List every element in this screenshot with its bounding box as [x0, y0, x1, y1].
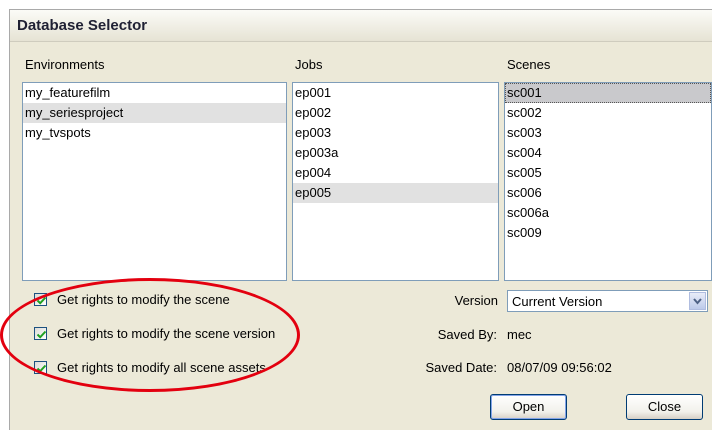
window-title: Database Selector — [17, 17, 148, 34]
saved-by-label: Saved By: — [437, 327, 497, 342]
modify-scene-assets-checkbox[interactable] — [34, 361, 47, 374]
scenes-list[interactable]: sc001 sc002 sc003 sc004 sc005 sc006 sc006a sc00… — [504, 82, 712, 281]
chevron-down-icon[interactable] — [689, 292, 706, 310]
saved-by-value: mec — [507, 327, 532, 342]
job-item[interactable]: ep001 — [293, 83, 498, 103]
job-item[interactable]: ep003a — [293, 143, 498, 163]
scene-item[interactable]: sc005 — [505, 163, 711, 183]
scene-item[interactable]: sc002 — [505, 103, 711, 123]
scene-item[interactable]: sc006a — [505, 203, 711, 223]
job-item[interactable]: ep002 — [293, 103, 498, 123]
scene-item[interactable]: sc009 — [505, 223, 711, 243]
scene-item[interactable]: sc001 — [505, 83, 711, 103]
saved-date-value: 08/07/09 09:56:02 — [507, 360, 612, 375]
job-item[interactable]: ep005 — [293, 183, 498, 203]
job-item[interactable]: ep003 — [293, 123, 498, 143]
jobs-list[interactable]: ep001 ep002 ep003 ep003a ep004 ep005 — [292, 82, 499, 281]
database-selector-window: Database Selector Environments Jobs Scen… — [9, 9, 712, 430]
modify-scene-label: Get rights to modify the scene — [57, 292, 230, 307]
saved-date-label: Saved Date: — [425, 360, 497, 375]
environment-item[interactable]: my_tvspots — [23, 123, 286, 143]
scene-item[interactable]: sc006 — [505, 183, 711, 203]
version-select[interactable]: Current Version — [507, 290, 708, 312]
environments-header: Environments — [25, 57, 105, 72]
environment-item[interactable]: my_featurefilm — [23, 83, 286, 103]
version-value: Current Version — [512, 294, 603, 309]
modify-scene-version-checkbox[interactable] — [34, 327, 47, 340]
scenes-header: Scenes — [507, 57, 551, 72]
scene-item[interactable]: sc003 — [505, 123, 711, 143]
version-label: Version — [454, 293, 498, 308]
modify-scene-version-label: Get rights to modify the scene version — [57, 326, 276, 341]
modify-scene-checkbox[interactable] — [34, 293, 47, 306]
open-button[interactable]: Open — [490, 394, 567, 420]
modify-scene-assets-label: Get rights to modify all scene assets — [57, 360, 266, 375]
scene-item[interactable]: sc004 — [505, 143, 711, 163]
environments-list[interactable]: my_featurefilm my_seriesproject my_tvspots — [22, 82, 287, 281]
environment-item[interactable]: my_seriesproject — [23, 103, 286, 123]
jobs-header: Jobs — [295, 57, 323, 72]
job-item[interactable]: ep004 — [293, 163, 498, 183]
close-button[interactable]: Close — [626, 394, 703, 420]
title-bar[interactable]: Database Selector — [10, 10, 712, 42]
